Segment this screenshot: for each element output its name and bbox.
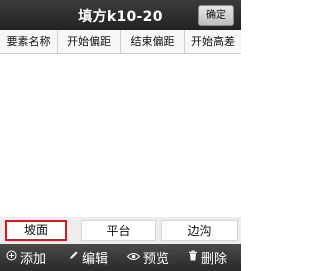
confirm-button[interactable]: 确定: [198, 5, 234, 26]
edit-label: 编辑: [82, 252, 109, 267]
segment-platform[interactable]: 平台: [81, 220, 156, 241]
segment-ditch[interactable]: 边沟: [161, 220, 238, 241]
pencil-icon: [68, 250, 79, 265]
segment-slope[interactable]: 坡面: [5, 220, 67, 241]
eye-icon: [126, 250, 141, 265]
title-bar: 填方k10-20 确定: [0, 0, 241, 30]
table-header: 要素名称 开始偏距 结束偏距 开始高差: [0, 30, 241, 54]
column-header-start-offset[interactable]: 开始偏距: [58, 30, 121, 53]
column-header-end-offset[interactable]: 结束偏距: [121, 30, 185, 53]
add-button[interactable]: 添加: [6, 244, 46, 271]
edit-button[interactable]: 编辑: [68, 244, 108, 271]
preview-button[interactable]: 预览: [126, 244, 170, 271]
plus-circle-icon: [6, 250, 17, 265]
column-header-start-height-diff[interactable]: 开始高差: [185, 30, 241, 53]
column-header-element-name[interactable]: 要素名称: [0, 30, 58, 53]
add-label: 添加: [20, 252, 47, 267]
preview-label: 预览: [143, 252, 170, 267]
table-body[interactable]: [0, 54, 241, 217]
bottom-toolbar: 添加 编辑 预览 删除: [0, 244, 241, 271]
delete-button[interactable]: 删除: [188, 244, 227, 271]
element-type-selector: 坡面 平台 边沟: [0, 217, 241, 244]
delete-label: 删除: [201, 252, 228, 267]
trash-icon: [188, 250, 198, 265]
